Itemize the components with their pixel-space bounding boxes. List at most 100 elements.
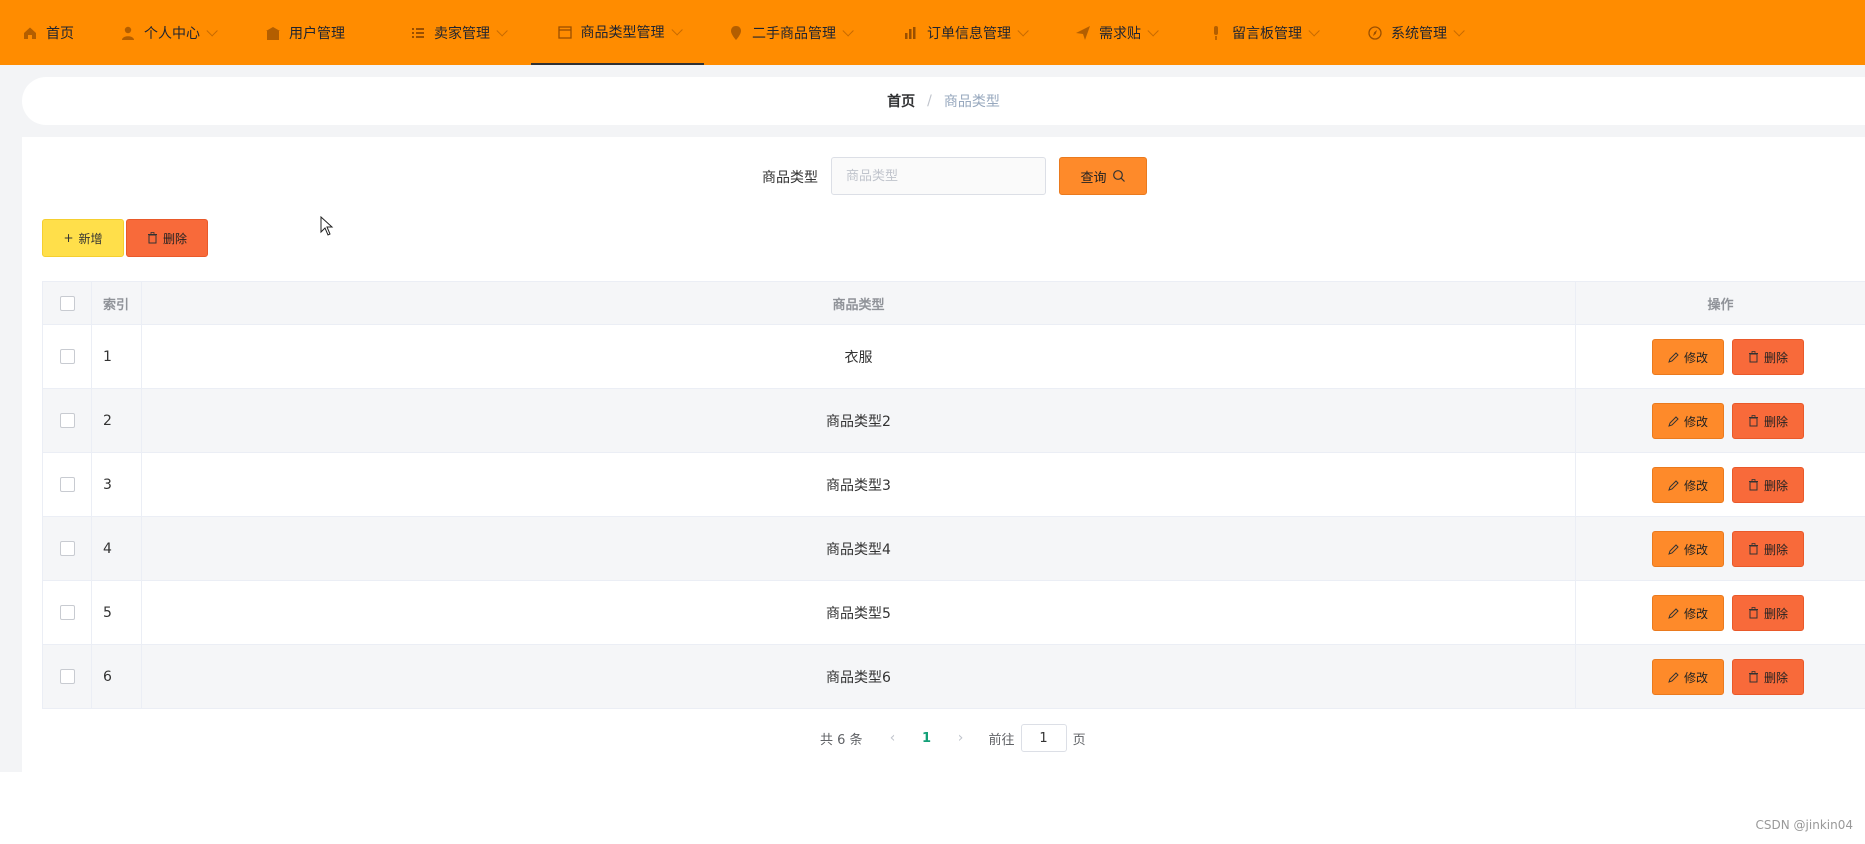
search-button-label: 查询: [1080, 170, 1107, 186]
row-checkbox[interactable]: [59, 413, 75, 428]
edit-button[interactable]: 修改: [1652, 467, 1724, 503]
edit-icon: [1668, 479, 1679, 491]
prev-page-icon[interactable]: ‹: [881, 730, 905, 746]
goto-label: 前往: [988, 732, 1015, 748]
select-all-cell: [42, 282, 92, 324]
mouse-cursor-icon: [320, 216, 334, 236]
page-unit-label: 页: [1072, 732, 1086, 748]
delete-button[interactable]: 删除: [1732, 403, 1804, 439]
location-icon: [731, 25, 741, 40]
edit-icon: [1668, 607, 1679, 619]
row-checkbox[interactable]: [59, 605, 75, 620]
row-index: 2: [92, 389, 142, 452]
chart-icon: [905, 26, 916, 39]
edit-button-label: 修改: [1683, 414, 1708, 429]
edit-button[interactable]: 修改: [1652, 595, 1724, 631]
nav-item-seller-management[interactable]: 卖家管理: [410, 0, 508, 65]
search-icon: [1112, 170, 1125, 182]
row-index: 1: [92, 325, 142, 388]
delete-button[interactable]: 删除: [1732, 467, 1804, 503]
next-page-icon[interactable]: ›: [949, 730, 973, 746]
building-icon: [266, 26, 280, 40]
nav-item-order-management[interactable]: 订单信息管理: [903, 0, 1029, 65]
trash-icon: [1748, 607, 1758, 619]
row-checkbox-cell: [42, 325, 92, 388]
nav-item-message-board[interactable]: 留言板管理: [1208, 0, 1320, 65]
edit-button[interactable]: 修改: [1652, 339, 1724, 375]
edit-icon: [1668, 415, 1679, 427]
row-ops-cell: 修改 删除: [1576, 517, 1865, 580]
trash-icon: [1748, 351, 1758, 363]
delete-button[interactable]: 删除: [1732, 339, 1804, 375]
table-row: 3 商品类型3 修改 删除: [42, 453, 1865, 517]
goto-page-input[interactable]: [1020, 724, 1067, 752]
batch-delete-button[interactable]: 删除: [126, 219, 208, 257]
edit-button[interactable]: 修改: [1652, 531, 1724, 567]
nav-item-system-management[interactable]: 系统管理: [1367, 0, 1465, 65]
pagination-total: 共 6 条: [820, 732, 863, 748]
chevron-down-icon: [1453, 24, 1465, 37]
nav-item-personal-center[interactable]: 个人中心: [120, 0, 218, 65]
send-icon: [1076, 25, 1090, 40]
header-type: 商品类型: [142, 282, 1576, 324]
batch-delete-label: 删除: [162, 231, 187, 246]
table-row: 2 商品类型2 修改 删除: [42, 389, 1865, 453]
row-checkbox[interactable]: [59, 541, 75, 556]
breadcrumb-separator: /: [927, 93, 932, 109]
row-category-type: 商品类型4: [142, 517, 1576, 580]
row-category-type: 商品类型6: [142, 645, 1576, 708]
delete-button[interactable]: 删除: [1732, 659, 1804, 695]
delete-button-label: 删除: [1763, 670, 1788, 685]
nav-item-home[interactable]: 首页: [22, 0, 74, 65]
row-category-type: 衣服: [142, 325, 1576, 388]
select-all-checkbox[interactable]: [59, 295, 75, 311]
delete-button-label: 删除: [1763, 350, 1788, 365]
delete-button-label: 删除: [1763, 478, 1788, 493]
breadcrumb-current: 商品类型: [943, 94, 1000, 110]
header-index: 索引: [92, 282, 142, 324]
row-checkbox[interactable]: [59, 669, 75, 684]
nav-item-user-management[interactable]: 用户管理: [265, 0, 345, 65]
nav-item-demand-post[interactable]: 需求贴: [1075, 0, 1159, 65]
chevron-down-icon: [670, 23, 683, 36]
breadcrumb-home[interactable]: 首页: [887, 91, 915, 111]
chevron-down-icon: [1017, 24, 1029, 37]
row-checkbox-cell: [42, 581, 92, 644]
breadcrumb: 首页 / 商品类型: [22, 77, 1865, 125]
row-checkbox-cell: [42, 645, 92, 708]
header-ops: 操作: [1707, 297, 1734, 313]
row-checkbox-cell: [42, 453, 92, 516]
search-button[interactable]: 查询: [1059, 157, 1147, 195]
delete-button[interactable]: 删除: [1732, 531, 1804, 567]
row-checkbox[interactable]: [59, 477, 75, 492]
add-button[interactable]: + 新增: [42, 219, 124, 257]
nav-item-secondhand-goods[interactable]: 二手商品管理: [728, 0, 854, 65]
edit-button[interactable]: 修改: [1652, 659, 1724, 695]
delete-button[interactable]: 删除: [1732, 595, 1804, 631]
calendar-icon: [557, 25, 572, 39]
chevron-down-icon: [842, 24, 854, 37]
row-index: 5: [92, 581, 142, 644]
pagination: 共 6 条 ‹ 1 › 前往 页: [820, 724, 1086, 752]
edit-icon: [1668, 543, 1679, 555]
list-icon: [412, 27, 424, 38]
home-icon: [24, 27, 36, 39]
row-index: 4: [92, 517, 142, 580]
mic-icon: [1214, 25, 1218, 40]
edit-button-label: 修改: [1683, 670, 1708, 685]
row-category-type: 商品类型3: [142, 453, 1576, 516]
table-row: 6 商品类型6 修改 删除: [42, 645, 1865, 709]
row-checkbox[interactable]: [59, 349, 75, 364]
trash-icon: [1748, 671, 1758, 683]
page-number[interactable]: 1: [905, 731, 949, 746]
nav-item-category-management[interactable]: 商品类型管理: [531, 0, 704, 65]
edit-button-label: 修改: [1683, 478, 1708, 493]
row-ops-cell: 修改 删除: [1576, 453, 1865, 516]
edit-button[interactable]: 修改: [1652, 403, 1724, 439]
search-input[interactable]: [831, 157, 1046, 195]
chevron-down-icon: [206, 24, 218, 37]
edit-icon: [1668, 671, 1679, 683]
edit-icon: [1668, 351, 1679, 363]
plus-icon: +: [63, 231, 74, 245]
table-row: 1 衣服 修改 删除: [42, 325, 1865, 389]
